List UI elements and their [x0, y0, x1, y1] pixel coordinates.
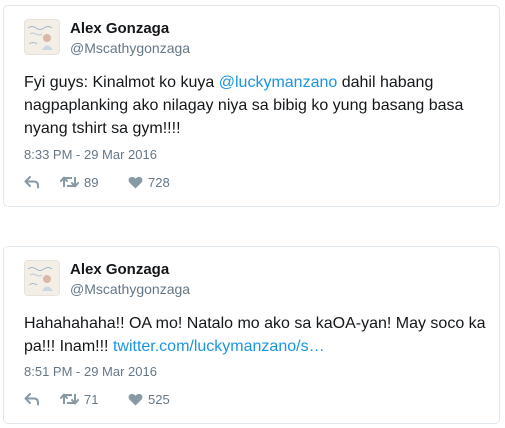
tweet-card[interactable]: Alex Gonzaga @Mscathygonzaga Fyi guys: K…: [3, 5, 500, 207]
like-count: 728: [148, 174, 170, 190]
reply-icon: [24, 392, 40, 406]
tweet-text-part: Fyi guys: Kinalmot ko kuya: [24, 74, 219, 91]
reply-button[interactable]: [24, 392, 60, 406]
retweet-icon: [60, 392, 79, 406]
display-name[interactable]: Alex Gonzaga: [70, 20, 169, 37]
username[interactable]: @Mscathygonzaga: [70, 281, 190, 297]
retweet-count: 89: [84, 174, 99, 190]
like-button[interactable]: 525: [128, 392, 188, 407]
avatar[interactable]: [24, 260, 60, 296]
retweet-button[interactable]: 71: [60, 392, 128, 407]
reply-button[interactable]: [24, 175, 60, 189]
mention-link[interactable]: @luckymanzano: [219, 74, 338, 91]
timestamp[interactable]: 8:33 PM - 29 Mar 2016: [24, 147, 157, 162]
action-bar: 89 728: [24, 172, 188, 192]
display-name[interactable]: Alex Gonzaga: [70, 261, 169, 278]
avatar[interactable]: [24, 19, 60, 55]
retweet-button[interactable]: 89: [60, 175, 128, 190]
retweet-icon: [60, 175, 79, 189]
tweet-card[interactable]: Alex Gonzaga @Mscathygonzaga Hahahahaha!…: [3, 246, 500, 424]
heart-icon: [128, 176, 143, 189]
reply-icon: [24, 175, 40, 189]
action-bar: 71 525: [24, 389, 188, 409]
username[interactable]: @Mscathygonzaga: [70, 40, 190, 56]
url-link[interactable]: twitter.com/luckymanzano/s…: [113, 338, 325, 355]
tweet-text: Hahahahaha!! OA mo! Natalo mo ako sa kaO…: [24, 312, 486, 358]
timestamp[interactable]: 8:51 PM - 29 Mar 2016: [24, 364, 157, 379]
retweet-count: 71: [84, 391, 99, 407]
heart-icon: [128, 393, 143, 406]
like-button[interactable]: 728: [128, 175, 188, 190]
like-count: 525: [148, 391, 170, 407]
tweet-text: Fyi guys: Kinalmot ko kuya @luckymanzano…: [24, 71, 486, 140]
